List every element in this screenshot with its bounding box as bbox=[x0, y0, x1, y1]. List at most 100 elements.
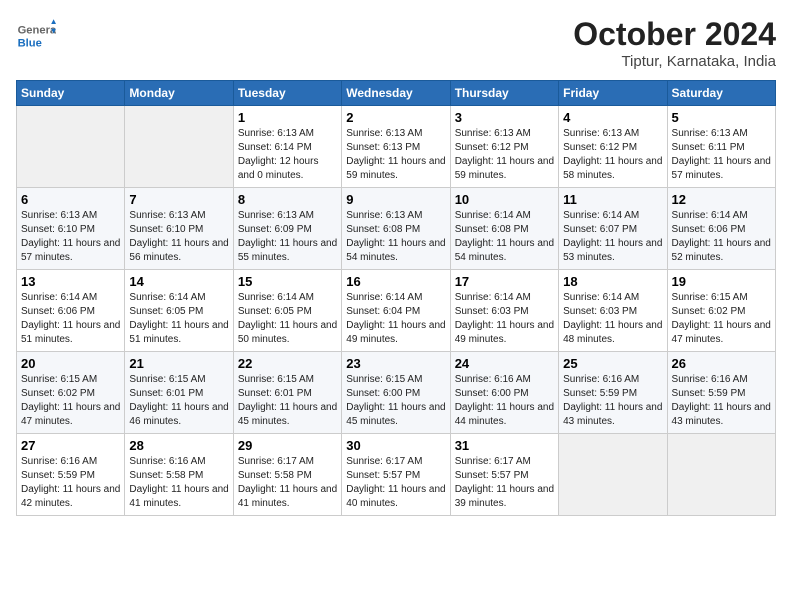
day-number: 21 bbox=[129, 356, 228, 371]
day-number: 22 bbox=[238, 356, 337, 371]
day-info: Sunrise: 6:14 AM Sunset: 6:03 PM Dayligh… bbox=[563, 291, 662, 347]
day-number: 24 bbox=[455, 356, 554, 371]
day-header-tuesday: Tuesday bbox=[233, 81, 341, 106]
day-header-saturday: Saturday bbox=[667, 81, 775, 106]
day-number: 12 bbox=[672, 192, 771, 207]
day-number: 17 bbox=[455, 274, 554, 289]
page-header: General Blue October 2024 Tiptur, Karnat… bbox=[16, 16, 776, 70]
day-info: Sunrise: 6:13 AM Sunset: 6:10 PM Dayligh… bbox=[129, 209, 228, 265]
svg-text:Blue: Blue bbox=[18, 37, 42, 49]
day-number: 7 bbox=[129, 192, 228, 207]
day-info: Sunrise: 6:16 AM Sunset: 5:59 PM Dayligh… bbox=[563, 373, 662, 429]
day-info: Sunrise: 6:17 AM Sunset: 5:57 PM Dayligh… bbox=[455, 455, 554, 511]
day-cell: 31 Sunrise: 6:17 AM Sunset: 5:57 PM Dayli… bbox=[450, 434, 558, 516]
day-info: Sunrise: 6:15 AM Sunset: 6:01 PM Dayligh… bbox=[129, 373, 228, 429]
day-cell: 10 Sunrise: 6:14 AM Sunset: 6:08 PM Dayli… bbox=[450, 188, 558, 270]
day-info: Sunrise: 6:14 AM Sunset: 6:04 PM Dayligh… bbox=[346, 291, 445, 347]
day-cell: 21 Sunrise: 6:15 AM Sunset: 6:01 PM Dayli… bbox=[125, 352, 233, 434]
day-info: Sunrise: 6:14 AM Sunset: 6:03 PM Dayligh… bbox=[455, 291, 554, 347]
day-number: 25 bbox=[563, 356, 662, 371]
week-row-1: 1Sunrise: 6:13 AM Sunset: 6:14 PM Daylig… bbox=[17, 106, 776, 188]
day-header-wednesday: Wednesday bbox=[342, 81, 450, 106]
day-number: 16 bbox=[346, 274, 445, 289]
day-number: 9 bbox=[346, 192, 445, 207]
day-number: 14 bbox=[129, 274, 228, 289]
day-info: Sunrise: 6:13 AM Sunset: 6:12 PM Dayligh… bbox=[455, 127, 554, 183]
day-info: Sunrise: 6:16 AM Sunset: 5:58 PM Dayligh… bbox=[129, 455, 228, 511]
week-row-2: 6 Sunrise: 6:13 AM Sunset: 6:10 PM Daylig… bbox=[17, 188, 776, 270]
day-info: Sunrise: 6:13 AM Sunset: 6:09 PM Dayligh… bbox=[238, 209, 337, 265]
day-cell: 17 Sunrise: 6:14 AM Sunset: 6:03 PM Dayli… bbox=[450, 270, 558, 352]
day-info: Sunrise: 6:15 AM Sunset: 6:02 PM Dayligh… bbox=[672, 291, 771, 347]
day-number: 28 bbox=[129, 438, 228, 453]
day-cell: 24 Sunrise: 6:16 AM Sunset: 6:00 PM Dayli… bbox=[450, 352, 558, 434]
day-header-friday: Friday bbox=[559, 81, 667, 106]
day-cell: 3 Sunrise: 6:13 AM Sunset: 6:12 PM Daylig… bbox=[450, 106, 558, 188]
day-cell: 5Sunrise: 6:13 AM Sunset: 6:11 PM Daylig… bbox=[667, 106, 775, 188]
day-cell: 23 Sunrise: 6:15 AM Sunset: 6:00 PM Dayli… bbox=[342, 352, 450, 434]
day-cell: 25 Sunrise: 6:16 AM Sunset: 5:59 PM Dayli… bbox=[559, 352, 667, 434]
day-cell: 11 Sunrise: 6:14 AM Sunset: 6:07 PM Dayli… bbox=[559, 188, 667, 270]
day-cell: 4Sunrise: 6:13 AM Sunset: 6:12 PM Daylig… bbox=[559, 106, 667, 188]
day-number: 2 bbox=[346, 110, 445, 125]
day-cell bbox=[667, 434, 775, 516]
day-info: Sunrise: 6:16 AM Sunset: 6:00 PM Dayligh… bbox=[455, 373, 554, 429]
calendar-title: October 2024 bbox=[573, 16, 776, 53]
day-number: 1 bbox=[238, 110, 337, 125]
week-row-3: 13Sunrise: 6:14 AM Sunset: 6:06 PM Dayli… bbox=[17, 270, 776, 352]
day-number: 31 bbox=[455, 438, 554, 453]
calendar-table: SundayMondayTuesdayWednesdayThursdayFrid… bbox=[16, 80, 776, 516]
day-cell: 30Sunrise: 6:17 AM Sunset: 5:57 PM Dayli… bbox=[342, 434, 450, 516]
day-cell: 7 Sunrise: 6:13 AM Sunset: 6:10 PM Daylig… bbox=[125, 188, 233, 270]
day-info: Sunrise: 6:16 AM Sunset: 5:59 PM Dayligh… bbox=[672, 373, 771, 429]
day-info: Sunrise: 6:13 AM Sunset: 6:11 PM Dayligh… bbox=[672, 127, 771, 183]
day-number: 15 bbox=[238, 274, 337, 289]
day-header-thursday: Thursday bbox=[450, 81, 558, 106]
day-number: 26 bbox=[672, 356, 771, 371]
day-cell: 6Sunrise: 6:13 AM Sunset: 6:10 PM Daylig… bbox=[17, 188, 125, 270]
calendar-subtitle: Tiptur, Karnataka, India bbox=[573, 53, 776, 70]
day-number: 3 bbox=[455, 110, 554, 125]
day-info: Sunrise: 6:15 AM Sunset: 6:01 PM Dayligh… bbox=[238, 373, 337, 429]
day-number: 19 bbox=[672, 274, 771, 289]
day-cell: 20 Sunrise: 6:15 AM Sunset: 6:02 PM Dayli… bbox=[17, 352, 125, 434]
day-cell bbox=[125, 106, 233, 188]
day-cell: 26 Sunrise: 6:16 AM Sunset: 5:59 PM Dayli… bbox=[667, 352, 775, 434]
day-info: Sunrise: 6:16 AM Sunset: 5:59 PM Dayligh… bbox=[21, 455, 120, 511]
day-info: Sunrise: 6:14 AM Sunset: 6:05 PM Dayligh… bbox=[129, 291, 228, 347]
day-number: 29 bbox=[238, 438, 337, 453]
day-cell bbox=[559, 434, 667, 516]
day-cell: 29Sunrise: 6:17 AM Sunset: 5:58 PM Dayli… bbox=[233, 434, 341, 516]
day-header-monday: Monday bbox=[125, 81, 233, 106]
day-info: Sunrise: 6:13 AM Sunset: 6:08 PM Dayligh… bbox=[346, 209, 445, 265]
day-number: 8 bbox=[238, 192, 337, 207]
day-info: Sunrise: 6:14 AM Sunset: 6:06 PM Dayligh… bbox=[21, 291, 120, 347]
day-cell: 12Sunrise: 6:14 AM Sunset: 6:06 PM Dayli… bbox=[667, 188, 775, 270]
header-row: SundayMondayTuesdayWednesdayThursdayFrid… bbox=[17, 81, 776, 106]
day-cell: 19 Sunrise: 6:15 AM Sunset: 6:02 PM Dayli… bbox=[667, 270, 775, 352]
day-cell: 27 Sunrise: 6:16 AM Sunset: 5:59 PM Dayli… bbox=[17, 434, 125, 516]
day-number: 18 bbox=[563, 274, 662, 289]
day-cell: 18 Sunrise: 6:14 AM Sunset: 6:03 PM Dayli… bbox=[559, 270, 667, 352]
svg-text:General: General bbox=[18, 25, 56, 37]
day-header-sunday: Sunday bbox=[17, 81, 125, 106]
title-area: October 2024 Tiptur, Karnataka, India bbox=[573, 16, 776, 70]
day-info: Sunrise: 6:13 AM Sunset: 6:12 PM Dayligh… bbox=[563, 127, 662, 183]
day-number: 10 bbox=[455, 192, 554, 207]
day-info: Sunrise: 6:14 AM Sunset: 6:05 PM Dayligh… bbox=[238, 291, 337, 347]
day-info: Sunrise: 6:15 AM Sunset: 6:00 PM Dayligh… bbox=[346, 373, 445, 429]
day-number: 23 bbox=[346, 356, 445, 371]
day-info: Sunrise: 6:17 AM Sunset: 5:57 PM Dayligh… bbox=[346, 455, 445, 511]
day-info: Sunrise: 6:14 AM Sunset: 6:07 PM Dayligh… bbox=[563, 209, 662, 265]
day-info: Sunrise: 6:15 AM Sunset: 6:02 PM Dayligh… bbox=[21, 373, 120, 429]
day-number: 6 bbox=[21, 192, 120, 207]
day-cell: 2Sunrise: 6:13 AM Sunset: 6:13 PM Daylig… bbox=[342, 106, 450, 188]
day-number: 11 bbox=[563, 192, 662, 207]
day-cell: 15 Sunrise: 6:14 AM Sunset: 6:05 PM Dayli… bbox=[233, 270, 341, 352]
day-cell: 9 Sunrise: 6:13 AM Sunset: 6:08 PM Daylig… bbox=[342, 188, 450, 270]
day-info: Sunrise: 6:14 AM Sunset: 6:08 PM Dayligh… bbox=[455, 209, 554, 265]
day-number: 20 bbox=[21, 356, 120, 371]
logo-icon: General Blue bbox=[16, 16, 56, 56]
day-cell: 13Sunrise: 6:14 AM Sunset: 6:06 PM Dayli… bbox=[17, 270, 125, 352]
day-number: 27 bbox=[21, 438, 120, 453]
